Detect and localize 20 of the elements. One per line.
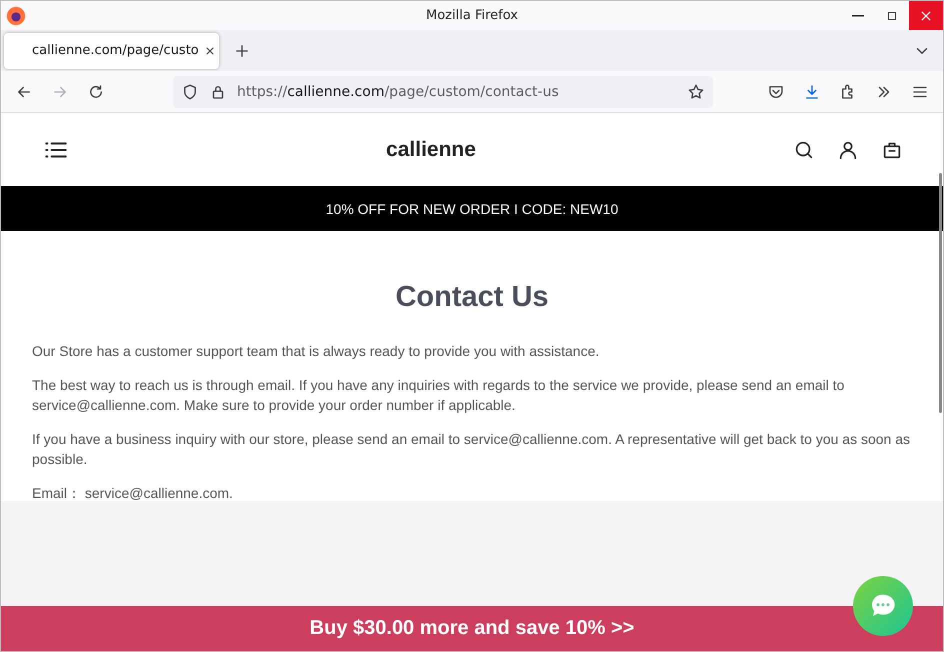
close-button[interactable] xyxy=(909,1,943,30)
paragraph: Our Store has a customer support team that is always ready to provide you with assistance. xyxy=(32,342,600,361)
store-logo[interactable]: callienne xyxy=(386,138,476,160)
firefox-logo-icon xyxy=(5,4,27,26)
upsell-bar[interactable]: Buy $30.00 more and save 10% >> xyxy=(1,606,943,651)
minimize-icon xyxy=(852,14,864,16)
paragraph: If you have a business inquiry with our store, please send an email to service@callienne.com. A representative will get back to you as soon as possible. xyxy=(32,430,912,469)
paragraph: Email： service@callienne.com. xyxy=(32,484,234,503)
browser-tab[interactable]: callienne.com/page/custo xyxy=(4,32,219,68)
download-icon[interactable] xyxy=(803,82,821,100)
paragraph: The best way to reach us is through email. If you have any inquiries with regards to the service we provide, please send an email to service@callienne.com. Make sure to provide your order number if applicable. xyxy=(32,376,846,415)
window-title: Mozilla Firefox xyxy=(426,8,518,23)
page-heading: Contact Us xyxy=(394,287,550,307)
address-bar[interactable]: https://callienne.com/page/custom/contact-us xyxy=(173,76,713,108)
star-icon[interactable] xyxy=(687,82,705,100)
reload-icon[interactable] xyxy=(87,82,105,100)
close-icon xyxy=(919,8,933,22)
shield-icon xyxy=(181,82,199,100)
scrollbar[interactable] xyxy=(939,173,942,413)
promo-text: 10% OFF FOR NEW ORDER I CODE: NEW10 xyxy=(326,200,618,216)
